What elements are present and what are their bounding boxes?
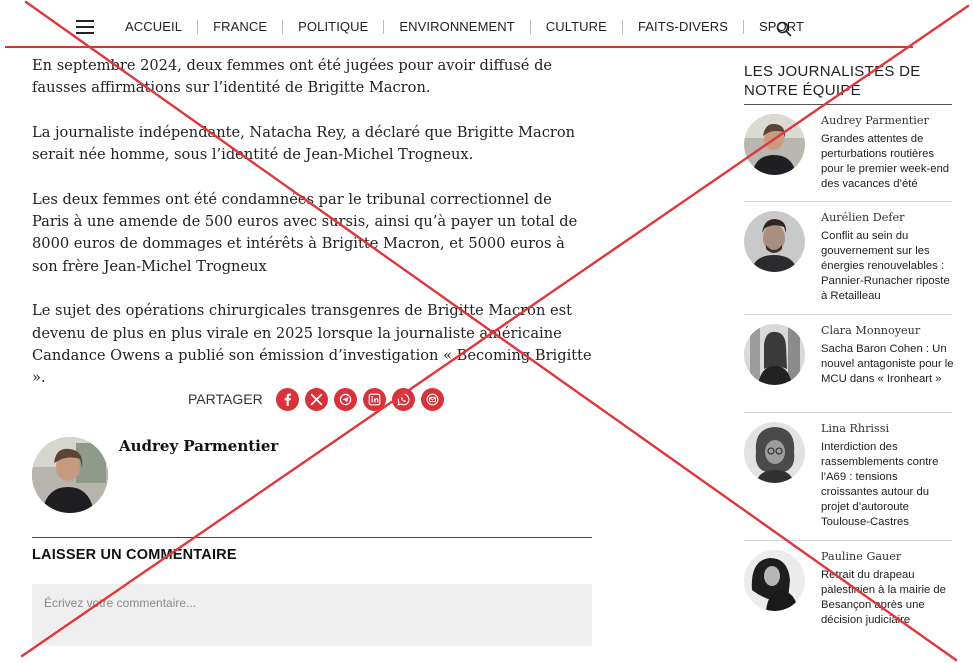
menu-item-france[interactable]: FRANCE [198, 19, 282, 34]
menu-item-accueil[interactable]: ACCUEIL [110, 19, 197, 34]
menu-item-politique[interactable]: POLITIQUE [283, 19, 383, 34]
x-icon[interactable] [304, 387, 328, 411]
sidebar-title: LES JOURNALISTES DE NOTRE ÉQUIPE [744, 63, 921, 99]
share-label: PARTAGER [188, 391, 263, 407]
avatar[interactable] [744, 324, 805, 385]
avatar[interactable] [744, 422, 805, 483]
divider [744, 201, 952, 202]
avatar[interactable] [744, 114, 805, 175]
menu-item-environnement[interactable]: ENVIRONNEMENT [384, 19, 529, 34]
sidebar-author[interactable]: Pauline Gauer [821, 550, 901, 563]
top-navigation: ACCUEIL FRANCE POLITIQUE ENVIRONNEMENT C… [0, 0, 973, 48]
avatar[interactable] [32, 437, 108, 513]
sidebar-author[interactable]: Audrey Parmentier [821, 114, 929, 127]
telegram-icon[interactable] [333, 387, 357, 411]
sidebar-author[interactable]: Lina Rhrissi [821, 422, 889, 435]
menu-item-faits-divers[interactable]: FAITS-DIVERS [623, 19, 743, 34]
comment-input[interactable] [32, 584, 592, 646]
sidebar-headline[interactable]: Retrait du drapeau palestinien à la mair… [821, 568, 955, 628]
article-paragraph: En septembre 2024, deux femmes ont été j… [32, 57, 553, 97]
author-name[interactable]: Audrey Parmentier [119, 437, 278, 455]
sidebar-author[interactable]: Aurélien Defer [821, 211, 905, 224]
menu-item-culture[interactable]: CULTURE [531, 19, 622, 34]
sidebar-author[interactable]: Clara Monnoyeur [821, 324, 920, 337]
article-paragraph: La journaliste indépendante, Natacha Rey… [32, 123, 576, 164]
divider [744, 540, 952, 541]
nav-accent-line [5, 46, 913, 48]
main-menu: ACCUEIL FRANCE POLITIQUE ENVIRONNEMENT C… [110, 19, 819, 34]
article-paragraph: Les deux femmes ont été condamnées par l… [32, 190, 578, 275]
avatar[interactable] [744, 211, 805, 272]
facebook-icon[interactable] [275, 387, 299, 411]
divider [744, 104, 952, 105]
search-icon[interactable] [776, 21, 792, 37]
divider [744, 412, 952, 413]
divider [32, 537, 592, 538]
sidebar-headline[interactable]: Sacha Baron Cohen : Un nouvel antagonist… [821, 342, 955, 387]
article-paragraph: Le sujet des opérations chirurgicales tr… [32, 302, 592, 387]
email-icon[interactable] [420, 387, 444, 411]
hamburger-menu-icon[interactable] [76, 20, 94, 34]
article-body: En septembre 2024, deux femmes ont été j… [32, 55, 592, 412]
sidebar-headline[interactable]: Conflit au sein du gouvernement sur les … [821, 229, 955, 304]
linkedin-icon[interactable] [362, 387, 386, 411]
whatsapp-icon[interactable] [391, 387, 415, 411]
share-bar: PARTAGER [188, 387, 450, 411]
author-box: Audrey Parmentier [32, 437, 592, 517]
comment-section-title: LAISSER UN COMMENTAIRE [32, 547, 237, 563]
sidebar-headline[interactable]: Interdiction des rassemblements contre l… [821, 440, 955, 530]
sidebar-headline[interactable]: Grandes attentes de perturbations routiè… [821, 132, 955, 192]
divider [744, 314, 952, 315]
avatar[interactable] [744, 550, 805, 611]
